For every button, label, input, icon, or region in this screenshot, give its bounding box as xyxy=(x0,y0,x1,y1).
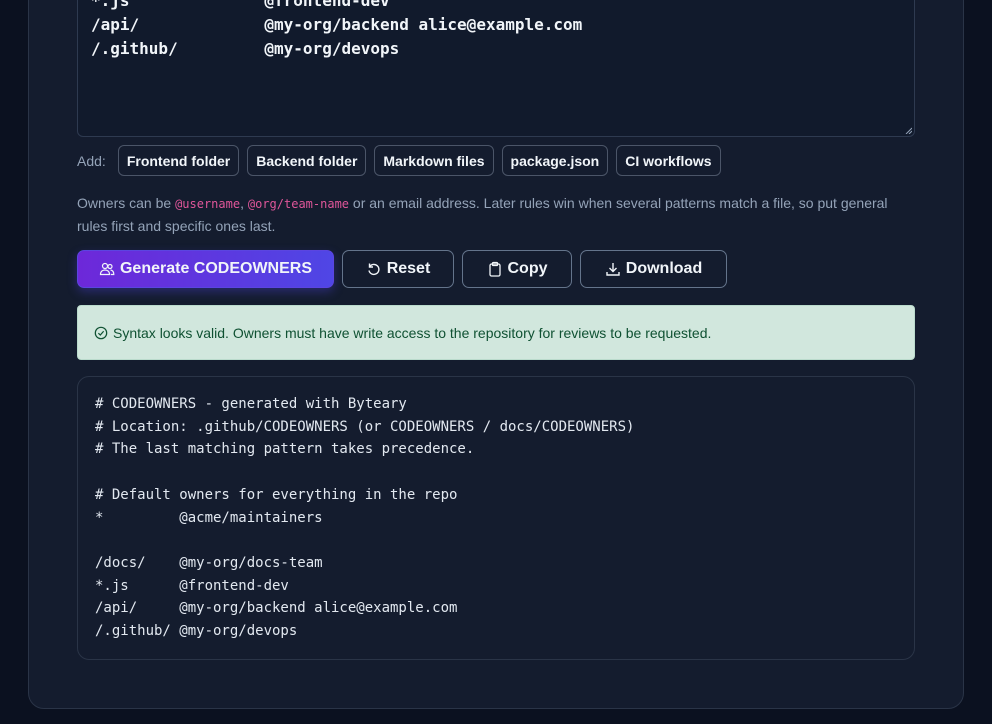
check-circle-icon xyxy=(94,326,108,339)
action-bar: Generate CODEOWNERS Reset Copy Download xyxy=(77,250,727,288)
help-text: Owners can be @username, @org/team-name … xyxy=(77,195,888,234)
resize-grip-icon[interactable] xyxy=(904,126,912,134)
download-button[interactable]: Download xyxy=(580,250,727,288)
username-example: @username xyxy=(175,197,241,211)
validation-text: Syntax looks valid. Owners must have wri… xyxy=(113,324,712,341)
copy-button[interactable]: Copy xyxy=(462,250,572,288)
download-label: Download xyxy=(625,260,703,277)
add-package-json-button[interactable]: package.json xyxy=(501,145,609,176)
generate-label: Generate CODEOWNERS xyxy=(119,260,313,277)
generate-codeowners-button[interactable]: Generate CODEOWNERS xyxy=(77,250,334,288)
team-example: @org/team-name xyxy=(247,197,350,211)
copy-label: Copy xyxy=(507,260,548,277)
codeowners-editor[interactable]: *.js @frontend-dev /api/ @my-org/backend… xyxy=(77,0,915,137)
editor-text[interactable]: *.js @frontend-dev /api/ @my-org/backend… xyxy=(91,0,582,61)
add-ci-workflows-button[interactable]: CI workflows xyxy=(616,145,721,176)
reset-label: Reset xyxy=(386,260,431,277)
users-icon xyxy=(99,262,115,276)
reset-icon xyxy=(368,263,380,276)
output-text: # CODEOWNERS - generated with Byteary # … xyxy=(95,396,635,640)
add-label: Add: xyxy=(77,152,106,169)
codeowners-output: # CODEOWNERS - generated with Byteary # … xyxy=(77,376,915,660)
reset-button[interactable]: Reset xyxy=(342,250,454,288)
download-icon xyxy=(606,263,620,276)
add-frontend-folder-button[interactable]: Frontend folder xyxy=(117,145,240,176)
add-preset-row: Add: Frontend folder Backend folder Mark… xyxy=(77,145,721,176)
add-backend-folder-button[interactable]: Backend folder xyxy=(247,145,367,176)
add-markdown-files-button[interactable]: Markdown files xyxy=(374,145,494,176)
validation-alert: Syntax looks valid. Owners must have wri… xyxy=(77,305,915,360)
clipboard-icon xyxy=(488,261,501,277)
